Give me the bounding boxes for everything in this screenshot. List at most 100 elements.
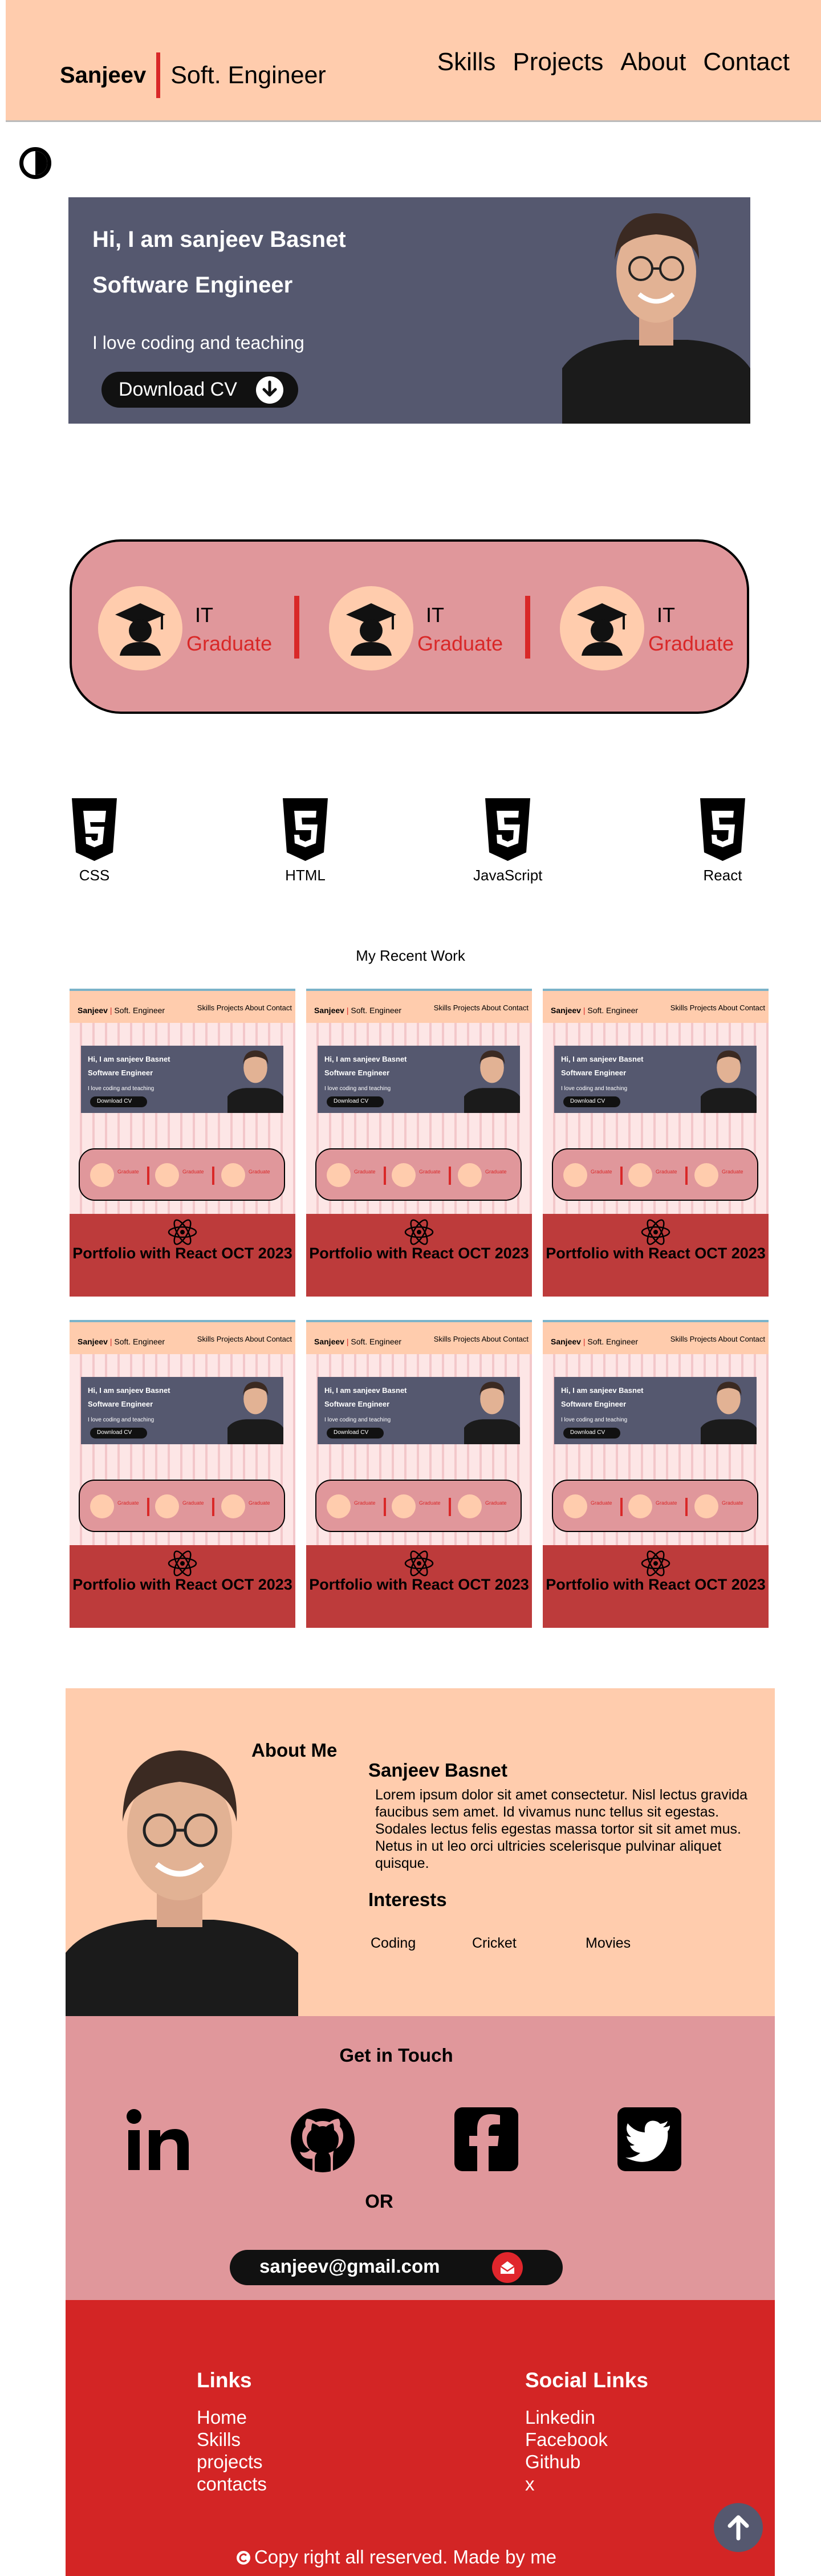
project-preview-stats: Graduate Graduate Graduate — [552, 1148, 758, 1201]
footer-social-github[interactable]: Github — [525, 2451, 648, 2473]
react-icon — [404, 1219, 434, 1245]
hero-banner: Hi, I am sanjeev Basnet Software Enginee… — [68, 197, 750, 424]
project-card[interactable]: Sanjeev | Soft. Engineer Skills Projects… — [70, 1320, 295, 1628]
hero-role: Software Engineer — [92, 273, 293, 298]
contact-section: Get in Touch OR sanjeev@gmail.com — [66, 2016, 775, 2300]
facebook-icon[interactable] — [454, 2107, 518, 2171]
skill-javascript: JavaScript — [473, 798, 542, 884]
footer-link-home[interactable]: Home — [197, 2406, 267, 2428]
project-preview-stats: Graduate Graduate Graduate — [79, 1480, 285, 1532]
project-preview-nav: Sanjeev | Soft. Engineer Skills Projects… — [70, 989, 295, 1023]
github-icon[interactable] — [290, 2107, 356, 2173]
project-card-footer: Portfolio with React OCT 2023 — [543, 1545, 769, 1628]
react-icon — [168, 1219, 197, 1245]
nav-link-about[interactable]: About — [620, 48, 686, 76]
stat-item: IT Graduate — [98, 586, 292, 672]
stat-value: Graduate — [186, 632, 273, 655]
copyright-icon — [236, 2551, 250, 2565]
interest-item: Movies — [586, 1935, 631, 1951]
hero-photo — [562, 197, 750, 424]
project-preview-stats: Graduate Graduate Graduate — [79, 1148, 285, 1201]
preview-links: Skills Projects About Contact — [433, 1335, 529, 1343]
project-preview-nav: Sanjeev | Soft. Engineer Skills Projects… — [70, 1320, 295, 1354]
skill-label: HTML — [285, 867, 326, 884]
brand-divider — [156, 52, 161, 98]
project-preview-hero: Hi, I am sanjeev Basnet Software Enginee… — [554, 1377, 757, 1444]
stat-divider — [525, 596, 530, 659]
project-card-footer: Portfolio with React OCT 2023 — [543, 1214, 769, 1297]
html5-icon — [283, 798, 328, 861]
download-cv-button[interactable]: Download CV — [101, 372, 298, 408]
footer-links: Links Home Skills projects contacts — [197, 2368, 267, 2495]
hero-greeting: Hi, I am sanjeev Basnet — [92, 227, 346, 252]
project-preview-nav: Sanjeev | Soft. Engineer Skills Projects… — [306, 1320, 532, 1354]
skill-label: JavaScript — [473, 867, 543, 884]
project-card[interactable]: Sanjeev | Soft. Engineer Skills Projects… — [306, 989, 532, 1297]
footer-social-x[interactable]: x — [525, 2473, 648, 2495]
project-card[interactable]: Sanjeev | Soft. Engineer Skills Projects… — [543, 989, 769, 1297]
skill-label: CSS — [79, 867, 110, 884]
project-preview-nav: Sanjeev | Soft. Engineer Skills Projects… — [543, 989, 769, 1023]
project-card-title: Portfolio with React OCT 2023 — [309, 1245, 529, 1262]
footer-link-projects[interactable]: projects — [197, 2451, 267, 2473]
footer: Links Home Skills projects contacts Soci… — [66, 2300, 775, 2576]
preview-links: Skills Projects About Contact — [433, 1003, 529, 1012]
about-photo — [66, 1736, 298, 2016]
recent-work-title: My Recent Work — [356, 947, 465, 964]
preview-links: Skills Projects About Contact — [197, 1003, 292, 1012]
project-card-title: Portfolio with React OCT 2023 — [546, 1245, 766, 1262]
react-icon — [641, 1550, 670, 1577]
project-card-footer: Portfolio with React OCT 2023 — [70, 1545, 295, 1628]
stat-item: IT Graduate — [560, 586, 754, 672]
contact-title: Get in Touch — [339, 2045, 453, 2066]
mail-icon[interactable] — [492, 2252, 523, 2283]
graduate-icon — [98, 586, 182, 671]
nav-link-skills[interactable]: Skills — [437, 48, 496, 76]
project-card[interactable]: Sanjeev | Soft. Engineer Skills Projects… — [70, 989, 295, 1297]
project-preview-stats: Graduate Graduate Graduate — [552, 1480, 758, 1532]
copyright: Copy right all reserved. Made by me — [66, 2546, 727, 2568]
footer-social-title: Social Links — [525, 2368, 648, 2392]
navbar: Sanjeev Soft. Engineer Skills Projects A… — [6, 0, 821, 122]
email-text: sanjeev@gmail.com — [259, 2256, 440, 2277]
project-card-title: Portfolio with React OCT 2023 — [309, 1576, 529, 1593]
project-card[interactable]: Sanjeev | Soft. Engineer Skills Projects… — [306, 1320, 532, 1628]
project-card[interactable]: Sanjeev | Soft. Engineer Skills Projects… — [543, 1320, 769, 1628]
react-icon — [641, 1219, 670, 1245]
email-pill[interactable]: sanjeev@gmail.com — [230, 2250, 563, 2285]
scroll-top-button[interactable] — [714, 2503, 763, 2552]
project-preview-stats: Graduate Graduate Graduate — [315, 1480, 522, 1532]
skill-react: React — [696, 798, 750, 884]
theme-toggle-icon[interactable] — [19, 147, 51, 179]
react-icon — [168, 1550, 197, 1577]
twitter-icon[interactable] — [617, 2107, 681, 2171]
graduate-icon — [560, 586, 644, 671]
stat-item: IT Graduate — [329, 586, 523, 672]
footer-link-contacts[interactable]: contacts — [197, 2473, 267, 2495]
about-name: Sanjeev Basnet — [368, 1760, 507, 1781]
footer-social: Social Links Linkedin Facebook Github x — [525, 2368, 648, 2495]
project-preview-nav: Sanjeev | Soft. Engineer Skills Projects… — [306, 989, 532, 1023]
hero-tagline: I love coding and teaching — [92, 332, 304, 353]
download-cv-label: Download CV — [119, 379, 237, 400]
footer-social-facebook[interactable]: Facebook — [525, 2428, 648, 2451]
skill-css: CSS — [67, 798, 121, 884]
footer-link-skills[interactable]: Skills — [197, 2428, 267, 2451]
stat-value: Graduate — [417, 632, 503, 655]
nav-links: Skills Projects About Contact — [437, 48, 790, 76]
project-preview-hero: Hi, I am sanjeev Basnet Software Enginee… — [81, 1377, 283, 1444]
about-title: About Me — [251, 1740, 338, 1761]
nav-link-projects[interactable]: Projects — [513, 48, 603, 76]
project-preview-nav: Sanjeev | Soft. Engineer Skills Projects… — [543, 1320, 769, 1354]
html5-icon — [700, 798, 745, 861]
brand[interactable]: Sanjeev Soft. Engineer — [60, 52, 326, 98]
about-section: About Me Sanjeev Basnet Lorem ipsum dolo… — [66, 1688, 775, 2016]
arrow-up-icon — [727, 2515, 749, 2541]
project-preview-hero: Hi, I am sanjeev Basnet Software Enginee… — [81, 1046, 283, 1113]
linkedin-icon[interactable] — [125, 2107, 192, 2175]
interests-title: Interests — [368, 1889, 447, 1910]
footer-social-linkedin[interactable]: Linkedin — [525, 2406, 648, 2428]
nav-link-contact[interactable]: Contact — [703, 48, 790, 76]
stat-divider — [294, 596, 299, 659]
project-preview-hero: Hi, I am sanjeev Basnet Software Enginee… — [318, 1046, 520, 1113]
